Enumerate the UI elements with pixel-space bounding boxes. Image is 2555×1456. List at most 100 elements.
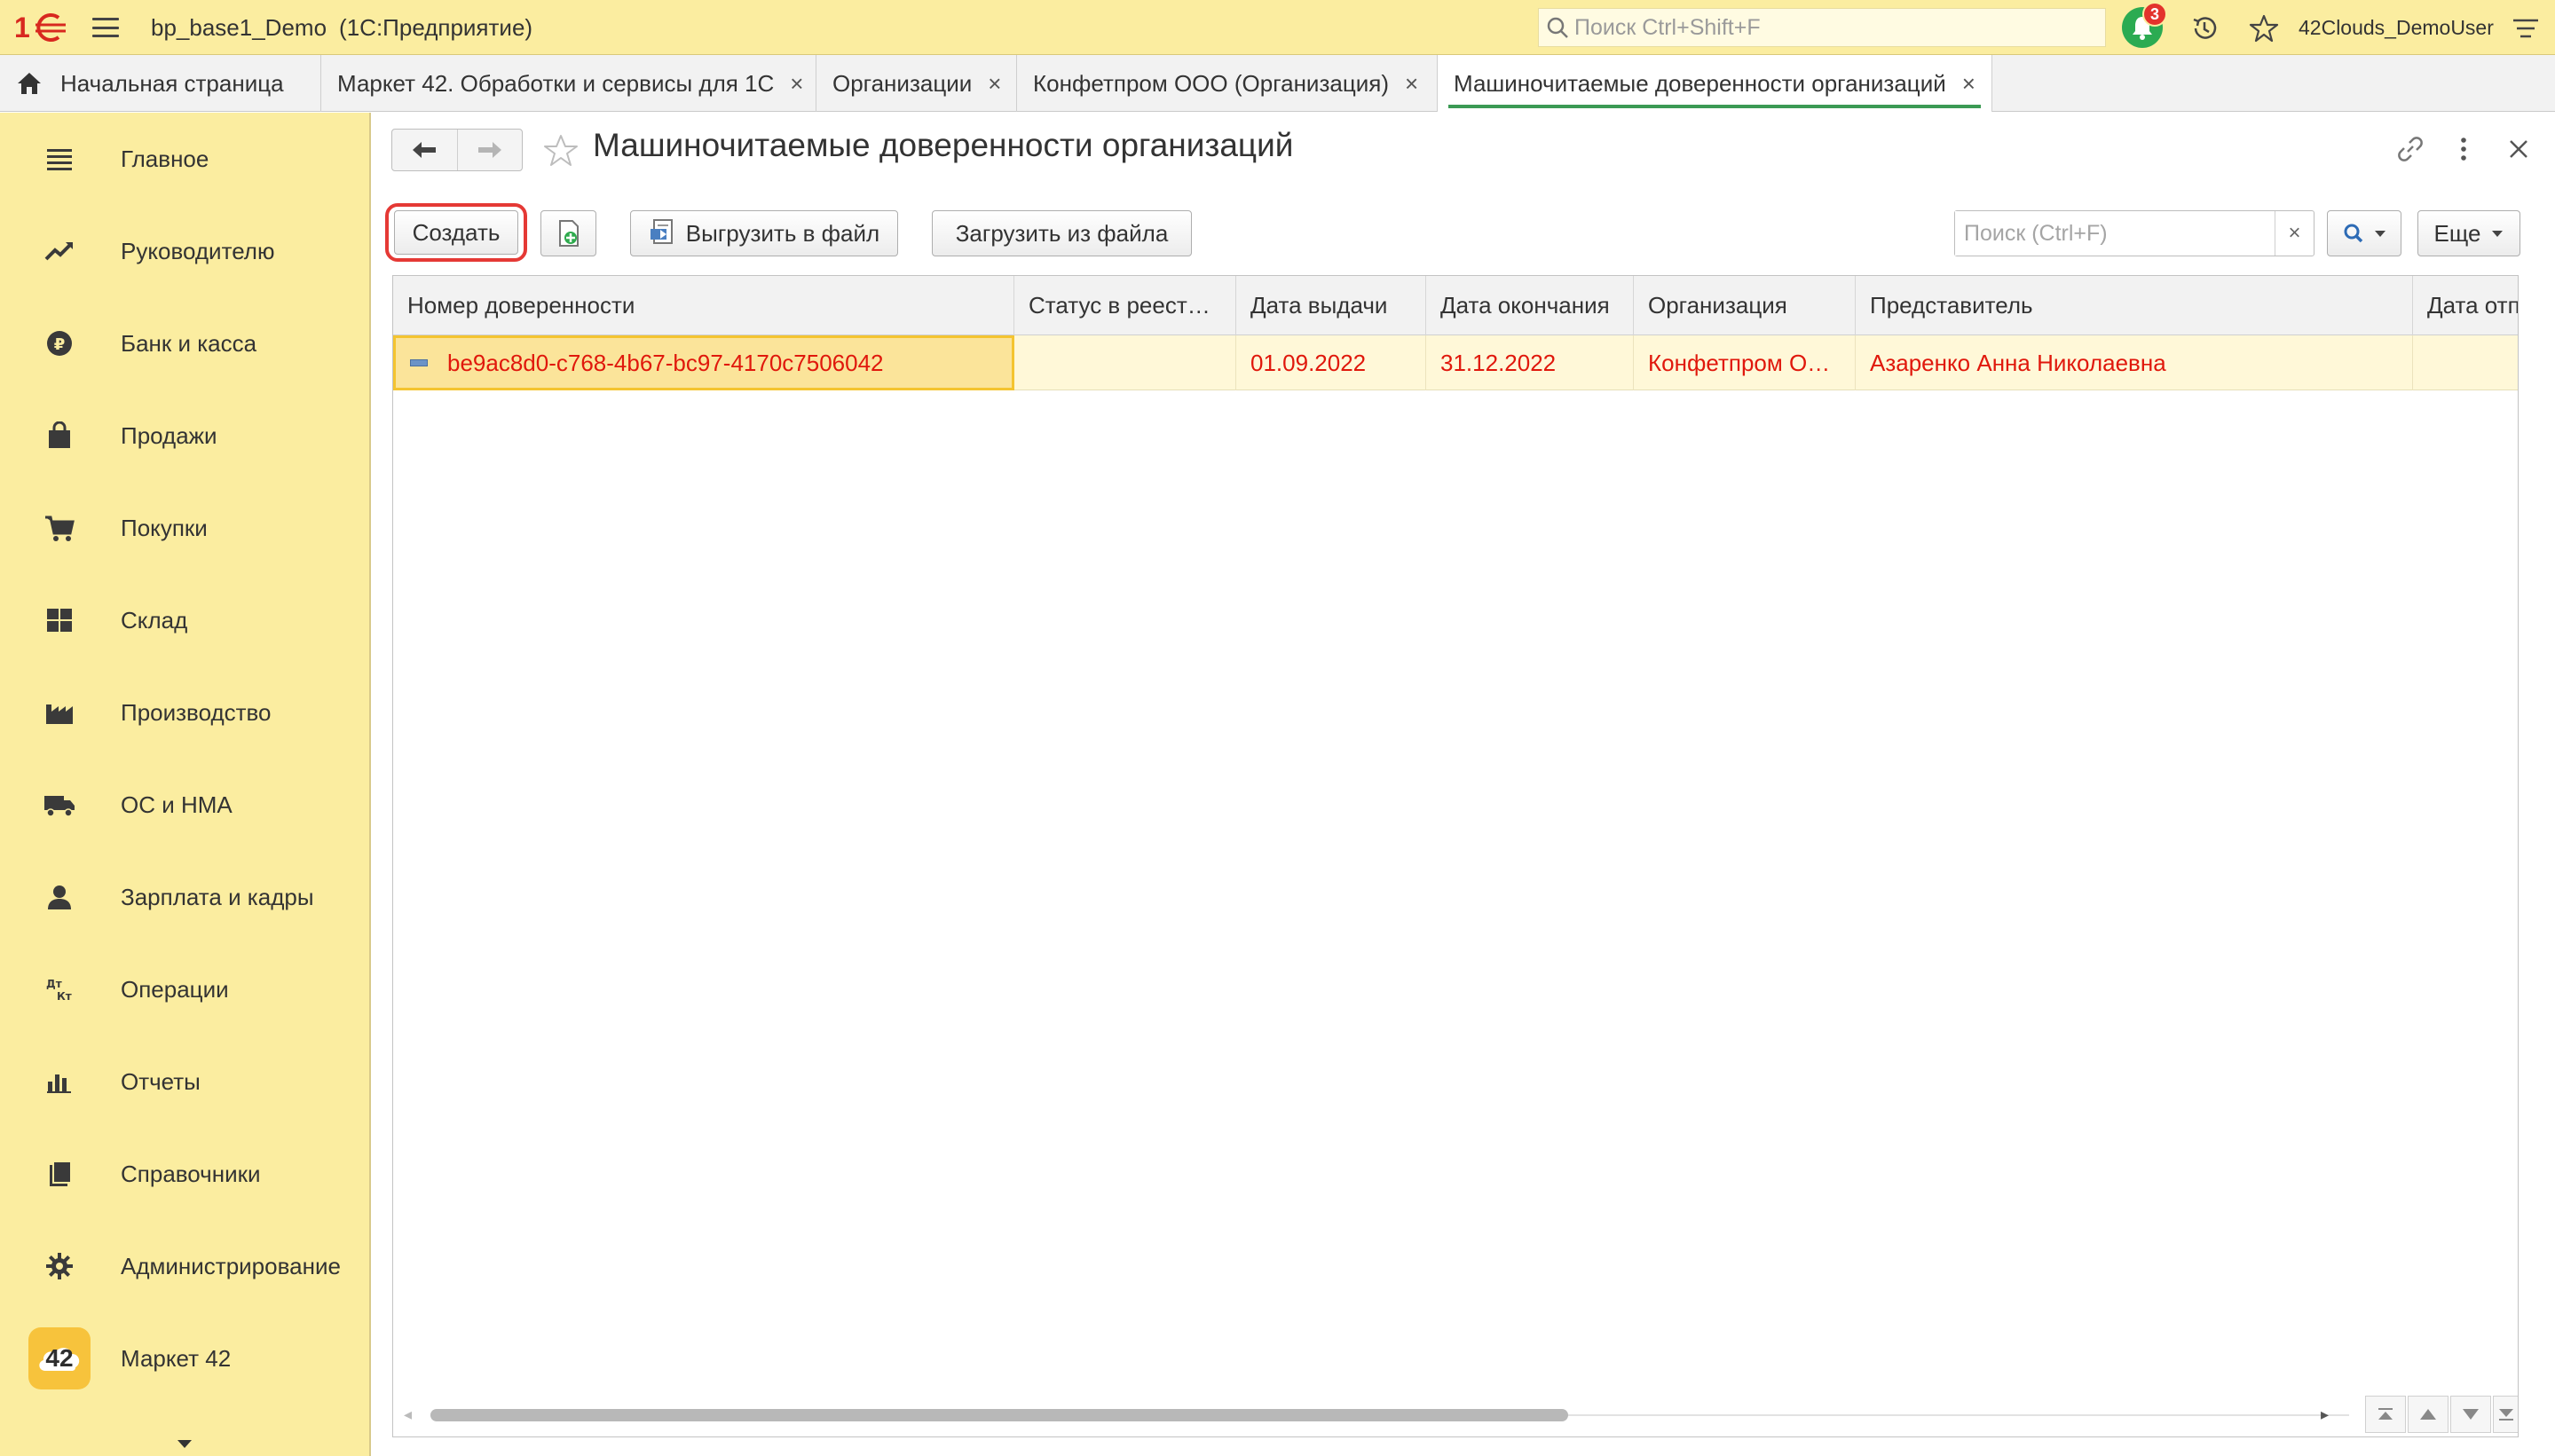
forward-button[interactable]: [456, 130, 523, 170]
document-status-icon: [410, 359, 428, 366]
column-header-number[interactable]: Номер доверенности: [393, 276, 1014, 335]
gear-icon: [39, 1246, 80, 1287]
svg-text:1: 1: [14, 12, 30, 43]
column-header-issued[interactable]: Дата выдачи: [1236, 276, 1426, 335]
sidebar-item-catalogs[interactable]: Справочники: [0, 1128, 369, 1220]
global-search[interactable]: [1538, 8, 2106, 47]
tab-organizations[interactable]: Организации ×: [816, 55, 1017, 112]
sidebar-item-salary[interactable]: Зарплата и кадры: [0, 851, 369, 943]
vertical-dots-icon: [2461, 138, 2466, 161]
main-menu-button[interactable]: [91, 14, 121, 41]
scroll-right-arrow-icon[interactable]: ▸: [2321, 1405, 2329, 1424]
sidebar-item-production[interactable]: Производство: [0, 666, 369, 759]
sidebar-item-warehouse[interactable]: Склад: [0, 574, 369, 666]
create-button[interactable]: Создать: [394, 210, 518, 255]
column-header-status[interactable]: Статус в реест…: [1014, 276, 1236, 335]
copy-item-button[interactable]: [540, 210, 596, 256]
books-icon: [39, 1153, 80, 1194]
export-button-label: Выгрузить в файл: [685, 219, 880, 247]
horizontal-scrollbar[interactable]: ◂ ▸: [393, 1392, 2518, 1436]
cell-representative[interactable]: Азаренко Анна Николаевна: [1856, 335, 2413, 390]
scroll-to-bottom-button[interactable]: [2493, 1396, 2518, 1433]
table-row[interactable]: be9ac8d0-c768-4b67-bc97-4170c7506042 01.…: [393, 335, 2518, 390]
more-actions-button[interactable]: [2448, 133, 2480, 165]
sidebar-item-label: ОС и НМА: [121, 791, 233, 818]
tab-label: Организации: [832, 69, 973, 97]
close-icon[interactable]: ×: [790, 70, 803, 98]
close-icon[interactable]: ×: [1405, 70, 1418, 98]
sidebar-item-label: Банк и касса: [121, 329, 257, 357]
sidebar-item-reports[interactable]: Отчеты: [0, 1035, 369, 1128]
sidebar-item-director[interactable]: Руководителю: [0, 205, 369, 297]
person-icon: [39, 877, 80, 917]
first-page-icon: [2378, 1408, 2393, 1420]
clear-search-button[interactable]: ×: [2275, 211, 2314, 256]
copy-link-button[interactable]: [2394, 133, 2426, 165]
close-form-button[interactable]: [2503, 133, 2535, 165]
app-title: bp_base1_Demo (1С:Предприятие): [151, 14, 532, 42]
close-icon[interactable]: ×: [988, 70, 1001, 98]
tab-market42[interactable]: Маркет 42. Обработки и сервисы для 1С ×: [321, 55, 816, 112]
dropdown-arrow-icon: [2492, 231, 2504, 237]
page-down-button[interactable]: [2450, 1396, 2491, 1433]
sidebar-item-assets[interactable]: ОС и НМА: [0, 759, 369, 851]
cell-organization[interactable]: Конфетпром О…: [1634, 335, 1856, 390]
arrow-left-icon: [413, 142, 437, 158]
sidebar-item-bank[interactable]: ₽ Банк и касса: [0, 297, 369, 390]
svg-text:Кт: Кт: [57, 990, 72, 1003]
list-search-input[interactable]: [1955, 211, 2275, 256]
add-to-favorites-button[interactable]: [543, 133, 579, 173]
cell-issued[interactable]: 01.09.2022: [1236, 335, 1426, 390]
sidebar-item-admin[interactable]: Администрирование: [0, 1220, 369, 1312]
tab-mchd[interactable]: Машиночитаемые доверенности организаций …: [1438, 55, 1992, 112]
column-header-revoked[interactable]: Дата отп: [2413, 276, 2518, 335]
more-button[interactable]: Еще: [2417, 210, 2520, 256]
tab-konfetprom[interactable]: Конфетпром ООО (Организация) ×: [1017, 55, 1438, 112]
scroll-to-top-button[interactable]: [2365, 1396, 2406, 1433]
scroll-left-arrow-icon[interactable]: ◂: [404, 1405, 412, 1424]
notification-count-badge: 3: [2142, 2, 2167, 27]
import-from-file-button[interactable]: Загрузить из файла: [932, 210, 1192, 256]
search-icon: [2344, 224, 2363, 243]
star-icon: [2249, 14, 2279, 43]
column-header-expires[interactable]: Дата окончания: [1426, 276, 1634, 335]
column-header-representative[interactable]: Представитель: [1856, 276, 2413, 335]
link-icon: [2398, 137, 2423, 161]
sidebar-item-market42[interactable]: 42 Маркет 42: [0, 1312, 369, 1405]
sidebar-item-purchases[interactable]: Покупки: [0, 482, 369, 574]
favorites-button[interactable]: [2248, 12, 2280, 44]
cell-revoked[interactable]: [2413, 335, 2518, 390]
settings-menu-button[interactable]: [2510, 12, 2542, 44]
global-search-input[interactable]: [1574, 14, 2089, 41]
table-header: Номер доверенности Статус в реест… Дата …: [393, 276, 2518, 335]
scroll-thumb[interactable]: [430, 1409, 1568, 1421]
history-button[interactable]: [2188, 12, 2220, 44]
export-to-file-button[interactable]: Выгрузить в файл: [630, 210, 898, 256]
menu-list-icon: [39, 138, 80, 179]
tab-home[interactable]: Начальная страница: [0, 55, 321, 112]
back-button[interactable]: [392, 130, 457, 170]
warehouse-grid-icon: [39, 600, 80, 641]
shopping-cart-icon: [39, 508, 80, 548]
column-header-organization[interactable]: Организация: [1634, 276, 1856, 335]
sidebar-scroll-down-button[interactable]: [174, 1433, 195, 1454]
market-badge-number: 42: [45, 1344, 74, 1372]
truck-icon: [39, 784, 80, 825]
cell-status[interactable]: [1014, 335, 1236, 390]
tab-bar: Начальная страница Маркет 42. Обработки …: [0, 55, 2555, 112]
sidebar-item-operations[interactable]: Дт Кт Операции: [0, 943, 369, 1035]
tab-label: Конфетпром ООО (Организация): [1033, 69, 1389, 97]
current-user[interactable]: 42Clouds_DemoUser: [2299, 16, 2494, 40]
top-bar: 1 bp_base1_Demo (1С:Предприятие) 3 42Clou…: [0, 0, 2555, 55]
page-up-button[interactable]: [2408, 1396, 2449, 1433]
tab-label: Маркет 42. Обработки и сервисы для 1С: [337, 69, 775, 97]
cell-expires[interactable]: 31.12.2022: [1426, 335, 1634, 390]
1c-logo[interactable]: 1: [14, 9, 69, 46]
close-icon[interactable]: ×: [1962, 70, 1975, 98]
cell-number[interactable]: be9ac8d0-c768-4b67-bc97-4170c7506042: [393, 335, 1014, 390]
sidebar-item-label: Производство: [121, 698, 272, 726]
sidebar-item-sales[interactable]: Продажи: [0, 390, 369, 482]
debit-credit-icon: Дт Кт: [39, 969, 80, 1010]
search-options-button[interactable]: [2327, 210, 2401, 256]
sidebar-item-main[interactable]: Главное: [0, 113, 369, 205]
